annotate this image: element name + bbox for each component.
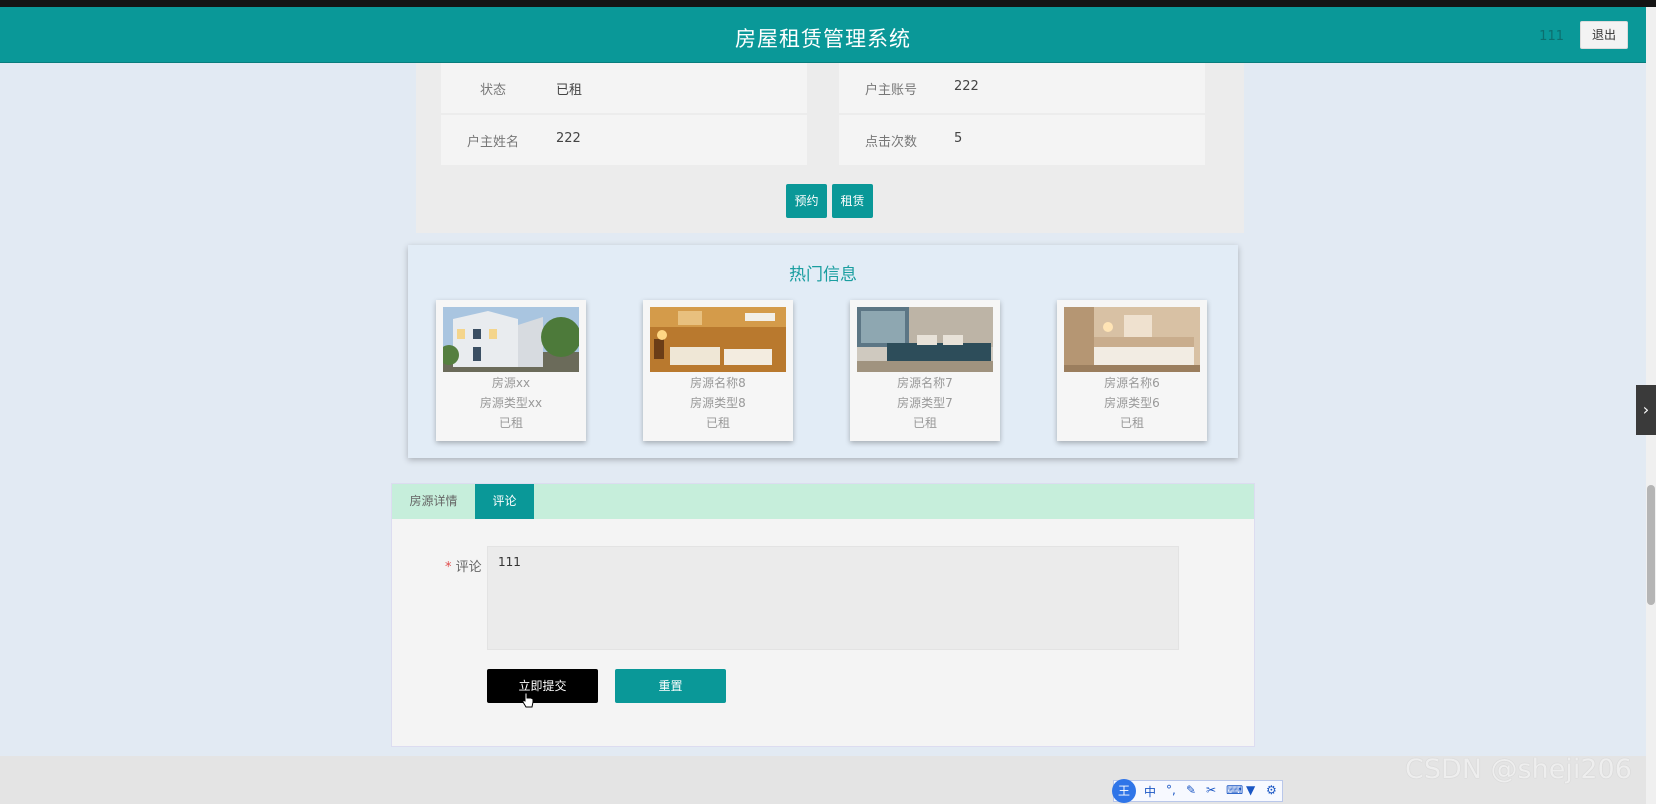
hot-card-type: 房源类型8 bbox=[690, 396, 746, 410]
ime-logo: 王 bbox=[1112, 779, 1136, 803]
field-label: 户主账号 bbox=[864, 83, 917, 98]
hot-card-status: 已租 bbox=[705, 416, 730, 430]
reserve-button[interactable]: 预约 bbox=[786, 184, 827, 218]
house-detail-panel: 状态 已租 户主账号 222 户主姓名 222 点击次数 5 预约 租赁 bbox=[416, 63, 1244, 233]
house-photo bbox=[857, 307, 993, 372]
hot-card-status: 已租 bbox=[498, 416, 523, 430]
scissors-icon[interactable]: ✂ bbox=[1206, 783, 1216, 797]
hot-card-name: 房源名称8 bbox=[690, 376, 746, 390]
chevron-right-icon[interactable]: › bbox=[1636, 385, 1656, 435]
ime-toolbar[interactable]: 王 中 °, ✎ ✂ ⌨ ▼ ⚙ bbox=[1112, 779, 1283, 803]
comment-label-text: 评论 bbox=[455, 560, 482, 575]
hand-cursor-icon bbox=[522, 692, 534, 708]
hot-card-name: 房源名称6 bbox=[1104, 376, 1160, 390]
rent-button[interactable]: 租赁 bbox=[832, 184, 873, 218]
tab-house-details[interactable]: 房源详情 bbox=[392, 484, 475, 519]
logout-button[interactable]: 退出 bbox=[1580, 21, 1628, 49]
hot-card-type: 房源类型xx bbox=[479, 396, 543, 410]
app-header: 房屋租赁管理系统 111 退出 bbox=[0, 7, 1646, 63]
hot-card[interactable]: 房源名称8 房源类型8 已租 bbox=[643, 300, 793, 441]
hot-card-name: 房源名称7 bbox=[897, 376, 953, 390]
field-value: 222 bbox=[954, 79, 979, 94]
tab-bar: 房源详情 评论 bbox=[392, 484, 1254, 519]
hot-card-status: 已租 bbox=[912, 416, 937, 430]
keyboard-icon[interactable]: ⌨ bbox=[1226, 783, 1243, 797]
field-owner-name: 户主姓名 222 bbox=[441, 115, 807, 165]
hot-card-type: 房源类型6 bbox=[1104, 396, 1160, 410]
reset-button[interactable]: 重置 bbox=[615, 669, 726, 703]
field-label: 户主姓名 bbox=[466, 135, 519, 150]
scrollbar-thumb[interactable] bbox=[1647, 485, 1655, 605]
settings-icon[interactable]: ⚙ bbox=[1266, 783, 1277, 797]
hot-card-type: 房源类型7 bbox=[897, 396, 953, 410]
submit-button[interactable]: 立即提交 bbox=[487, 669, 598, 703]
hot-card[interactable]: 房源xx 房源类型xx 已租 bbox=[436, 300, 586, 441]
field-label: 状态 bbox=[479, 83, 506, 98]
field-value: 222 bbox=[556, 131, 581, 146]
tabs-panel: 房源详情 评论 * 评论 111 立即提交 重置 bbox=[391, 483, 1255, 747]
hot-card[interactable]: 房源名称7 房源类型7 已租 bbox=[850, 300, 1000, 441]
hot-info-panel: 热门信息 房源xx 房源类型xx 已租 房源名称8 房源类型8 已租 房源名称7… bbox=[408, 245, 1238, 458]
hot-card[interactable]: 房源名称6 房源类型6 已租 bbox=[1057, 300, 1207, 441]
hot-info-title: 热门信息 bbox=[789, 265, 857, 285]
comment-label: * 评论 bbox=[445, 556, 482, 575]
field-status: 状态 已租 bbox=[441, 63, 807, 113]
tab-comments[interactable]: 评论 bbox=[475, 484, 534, 519]
watermark: CSDN @sheji206 bbox=[1405, 754, 1632, 785]
pen-icon[interactable]: ✎ bbox=[1186, 783, 1196, 797]
house-photo bbox=[650, 307, 786, 372]
field-label: 点击次数 bbox=[864, 135, 917, 150]
field-owner-account: 户主账号 222 bbox=[839, 63, 1205, 113]
page-footer bbox=[0, 756, 1646, 804]
field-value: 已租 bbox=[556, 83, 583, 98]
top-strip bbox=[0, 0, 1656, 7]
app-title: 房屋租赁管理系统 bbox=[735, 27, 911, 51]
current-user: 111 bbox=[1539, 29, 1564, 44]
hot-card-name: 房源xx bbox=[491, 376, 531, 390]
house-photo bbox=[1064, 307, 1200, 372]
skin-icon[interactable]: ▼ bbox=[1246, 783, 1255, 797]
house-photo bbox=[443, 307, 579, 372]
punctuation-icon[interactable]: °, bbox=[1166, 783, 1176, 797]
hot-card-status: 已租 bbox=[1119, 416, 1144, 430]
field-click-count: 点击次数 5 bbox=[839, 115, 1205, 165]
field-value: 5 bbox=[954, 131, 963, 146]
comment-textarea[interactable]: 111 bbox=[487, 546, 1179, 650]
required-mark: * bbox=[445, 560, 452, 575]
ime-chinese-mode[interactable]: 中 bbox=[1144, 783, 1156, 800]
